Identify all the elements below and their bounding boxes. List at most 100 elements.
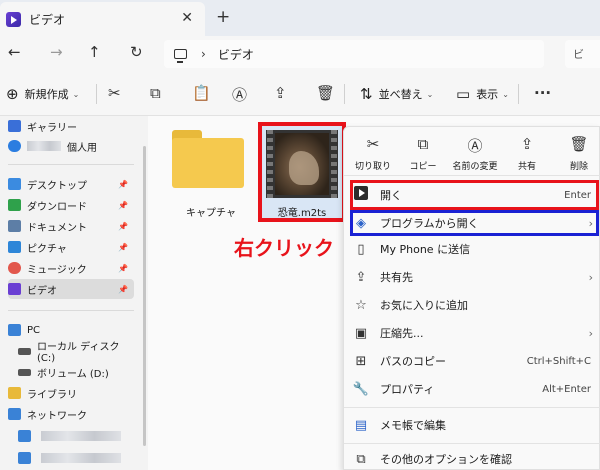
share-icon: ⇪	[355, 269, 367, 285]
star-icon: ☆	[355, 297, 367, 313]
library-icon	[8, 387, 21, 399]
copy-quick-action[interactable]: ⧉ コピー	[398, 135, 448, 172]
quick-action-label: 切り取り	[354, 162, 391, 172]
drive-icon	[18, 368, 31, 376]
close-tab-icon[interactable]: ✕	[181, 10, 193, 26]
navigation-bar: ← → ↑ ↻ › ビデオ ビ	[0, 36, 600, 72]
redacted-computer-name	[41, 431, 121, 441]
folder-item[interactable]	[172, 130, 244, 188]
sidebar-item-videos[interactable]: ビデオ 📌	[8, 279, 134, 299]
menu-item-more-options[interactable]: ⧉ その他のオプションを確認	[352, 447, 600, 470]
menu-item-label: My Phone に送信	[380, 243, 471, 256]
sidebar-item-documents[interactable]: ドキュメント 📌	[8, 216, 134, 236]
menu-item-properties[interactable]: 🔧 プロパティ Alt+Enter	[352, 377, 600, 401]
paste-icon[interactable]: 📋	[192, 84, 211, 102]
pin-icon[interactable]: 📌	[118, 243, 128, 252]
sidebar-item-onedrive[interactable]: 個人用	[8, 136, 134, 156]
new-tab-button[interactable]: +	[216, 7, 230, 27]
video-file-name[interactable]: 恐竜.m2ts	[262, 204, 342, 219]
sidebar-scrollbar[interactable]	[140, 116, 148, 470]
copy-icon: ⧉	[417, 135, 429, 153]
pin-icon[interactable]: 📌	[118, 285, 128, 294]
sidebar-item-downloads[interactable]: ダウンロード 📌	[8, 195, 134, 215]
copy-icon[interactable]: ⧉	[150, 84, 161, 102]
sort-button[interactable]: ⇅ 並べ替え ⌄	[360, 85, 433, 103]
sidebar-item-libraries[interactable]: ライブラリ	[8, 383, 134, 403]
drive-icon	[18, 347, 31, 355]
menu-item-send-to-phone[interactable]: ▯ My Phone に送信	[352, 237, 600, 261]
up-icon[interactable]: ↑	[88, 43, 101, 61]
sidebar-item-drive-c[interactable]: ローカル ディスク (C:)	[18, 341, 134, 364]
share-quick-action[interactable]: ⇪ 共有	[502, 135, 552, 172]
pin-icon[interactable]: 📌	[118, 180, 128, 189]
sidebar-item-pictures[interactable]: ピクチャ 📌	[8, 237, 134, 257]
chevron-down-icon: ⌄	[502, 89, 509, 99]
menu-item-copy-path[interactable]: ⊞ パスのコピー Ctrl+Shift+C	[352, 349, 600, 373]
back-icon[interactable]: ←	[8, 43, 21, 61]
menu-item-share-with[interactable]: ⇪ 共有先 ›	[352, 265, 600, 289]
tab-videos[interactable]: ビデオ ✕	[0, 2, 205, 36]
search-input[interactable]: ビ	[565, 40, 600, 68]
rename-icon[interactable]: Ⓐ	[232, 84, 247, 105]
navigation-pane: ギャラリー 個人用 デスクトップ 📌 ダウンロード 📌 ドキュメント 📌 ピクチ…	[0, 116, 140, 470]
open-highlight-box	[350, 180, 599, 210]
sort-icon: ⇅	[360, 85, 373, 103]
more-options-icon[interactable]: ···	[534, 84, 551, 102]
sidebar-item-label: ミュージック	[27, 264, 87, 276]
quick-action-label: 削除	[569, 162, 588, 172]
zip-icon: ▣	[354, 325, 368, 341]
view-button[interactable]: ▭ 表示 ⌄	[456, 85, 509, 103]
divider	[518, 84, 519, 104]
sidebar-item-gallery[interactable]: ギャラリー	[8, 116, 134, 136]
sidebar-item-label: PC	[27, 324, 41, 336]
pin-icon[interactable]: 📌	[118, 264, 128, 273]
pin-icon[interactable]: 📌	[118, 222, 128, 231]
sidebar-item-network-pc[interactable]	[18, 426, 134, 446]
scroll-thumb[interactable]	[143, 146, 146, 446]
share-icon[interactable]: ⇪	[274, 84, 287, 102]
address-bar[interactable]: › ビデオ	[164, 40, 544, 68]
refresh-icon[interactable]: ↻	[130, 43, 143, 61]
rename-quick-action[interactable]: Ⓐ 名前の変更	[448, 135, 502, 172]
shortcut-label: Ctrl+Shift+C	[526, 355, 591, 367]
sidebar-item-drive-d[interactable]: ボリューム (D:)	[18, 362, 134, 382]
videos-folder-icon	[6, 11, 21, 27]
sidebar-item-network-pc[interactable]	[18, 448, 134, 468]
breadcrumb-separator[interactable]: ›	[201, 47, 206, 61]
view-icon: ▭	[456, 85, 471, 103]
cut-icon: ✂	[366, 135, 380, 153]
sidebar-item-pc[interactable]: PC	[8, 320, 134, 340]
forward-icon[interactable]: →	[50, 43, 63, 61]
new-button[interactable]: ⊕ 新規作成 ⌄	[6, 85, 79, 103]
video-thumbnail	[266, 130, 338, 198]
sidebar-item-music[interactable]: ミュージック 📌	[8, 258, 134, 278]
folder-name[interactable]: キャプチャ	[186, 204, 236, 219]
sidebar-item-label: 個人用	[67, 142, 97, 154]
dinosaur-figure	[289, 151, 319, 185]
sidebar-item-label: ネットワーク	[27, 410, 87, 422]
phone-icon: ▯	[357, 241, 365, 257]
pin-icon[interactable]: 📌	[118, 201, 128, 210]
sidebar-item-label: ローカル ディスク (C:)	[37, 342, 120, 364]
quick-action-label: 名前の変更	[452, 162, 498, 172]
cut-icon[interactable]: ✂	[108, 84, 121, 102]
pc-icon	[18, 452, 31, 464]
menu-item-compress[interactable]: ▣ 圧縮先... ›	[352, 321, 600, 345]
wrench-icon: 🔧	[352, 381, 370, 397]
breadcrumb-videos[interactable]: ビデオ	[218, 46, 254, 63]
menu-item-label: その他のオプションを確認	[380, 453, 512, 466]
cut-quick-action[interactable]: ✂ 切り取り	[348, 135, 398, 172]
video-file-item[interactable]: 恐竜.m2ts	[258, 122, 346, 222]
menu-item-add-favorites[interactable]: ☆ お気に入りに追加	[352, 293, 600, 317]
onedrive-icon	[8, 140, 21, 152]
pc-icon	[18, 430, 31, 442]
sidebar-item-network[interactable]: ネットワーク	[8, 404, 134, 424]
open-with-highlight-box	[350, 210, 599, 236]
sidebar-item-label: デスクトップ	[27, 180, 87, 192]
sidebar-item-desktop[interactable]: デスクトップ 📌	[8, 174, 134, 194]
delete-quick-action[interactable]: 🗑 削除	[554, 135, 600, 172]
delete-icon[interactable]: 🗑	[316, 84, 335, 102]
menu-item-edit-notepad[interactable]: ▤ メモ帳で編集	[352, 413, 600, 437]
pc-icon	[174, 49, 187, 63]
chevron-right-icon: ›	[588, 326, 593, 340]
